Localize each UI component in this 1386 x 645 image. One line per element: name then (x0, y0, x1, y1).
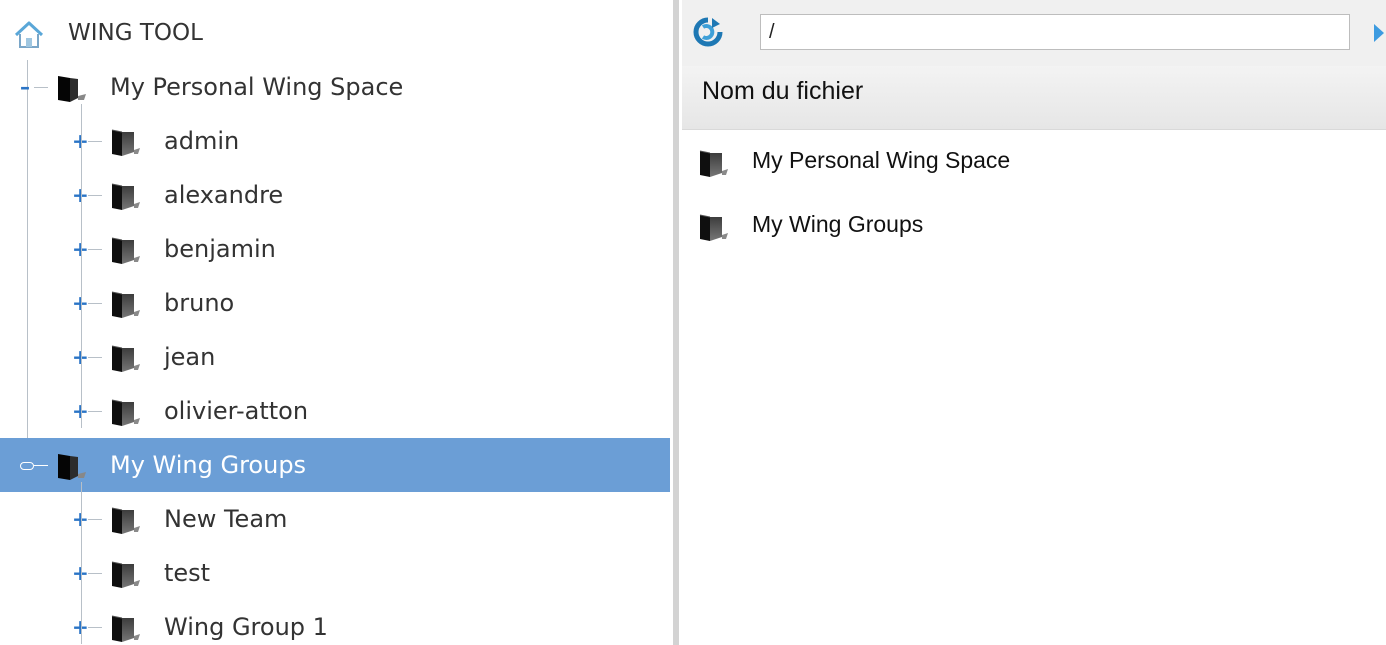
tree-node-label: bruno (164, 289, 235, 317)
path-input[interactable] (760, 14, 1350, 50)
tree-child-node[interactable]: + olivier-atton (0, 384, 670, 438)
folder-icon (108, 232, 142, 266)
splitter-bar (673, 0, 679, 645)
tree-node-label: My Personal Wing Space (110, 73, 404, 101)
folder-icon (108, 502, 142, 536)
folder-tree-panel: WING TOOL – My Personal Wing Space + admin +… (0, 0, 670, 645)
tree-connector (34, 87, 48, 88)
folder-icon (696, 145, 730, 179)
folder-icon (108, 610, 142, 644)
folder-icon (108, 178, 142, 212)
tree-connector (88, 627, 102, 628)
expand-toggle-icon[interactable]: + (72, 347, 89, 367)
tree-connector (88, 141, 102, 142)
collapse-toggle-icon[interactable] (20, 462, 34, 470)
expand-toggle-icon[interactable]: + (72, 509, 89, 529)
tree-node-label: Wing Group 1 (164, 613, 328, 641)
home-icon (14, 21, 44, 48)
tree-node[interactable]: – My Personal Wing Space (0, 60, 670, 114)
tree-connector (88, 357, 102, 358)
folder-icon (108, 340, 142, 374)
tree-child-node[interactable]: + New Team (0, 492, 670, 546)
tree-node-label: jean (164, 343, 216, 371)
go-arrow-icon[interactable] (1372, 22, 1386, 44)
tree-node-label: test (164, 559, 211, 587)
expand-toggle-icon[interactable]: + (72, 239, 89, 259)
folder-icon (54, 70, 88, 104)
tree-guide-line (81, 104, 82, 428)
file-row[interactable]: My Personal Wing Space (682, 132, 1386, 188)
folder-icon (696, 209, 730, 243)
tree-node-label: admin (164, 127, 240, 155)
tree-node-label: olivier-atton (164, 397, 309, 425)
expand-toggle-icon[interactable]: + (72, 131, 89, 151)
tree-node-label: alexandre (164, 181, 284, 209)
tree-child-node[interactable]: + alexandre (0, 168, 670, 222)
tree-connector (88, 411, 102, 412)
path-toolbar (682, 0, 1386, 66)
tree-child-node[interactable]: + Wing Group 1 (0, 600, 670, 645)
folder-icon (108, 556, 142, 590)
tree-connector (88, 519, 102, 520)
tree-child-node[interactable]: + jean (0, 330, 670, 384)
file-browser-panel: Nom du fichier My Personal Wing Space My … (682, 0, 1386, 645)
expand-toggle-icon[interactable]: + (72, 293, 89, 313)
tree-guide-line (81, 482, 82, 644)
folder-icon (54, 448, 88, 482)
panel-splitter[interactable] (670, 0, 682, 645)
column-header-filename[interactable]: Nom du fichier (682, 66, 1386, 130)
tree-child-node[interactable]: + admin (0, 114, 670, 168)
tree-node-label: My Wing Groups (110, 451, 307, 479)
tree-child-node[interactable]: + benjamin (0, 222, 670, 276)
folder-icon (108, 124, 142, 158)
tree-child-node[interactable]: + bruno (0, 276, 670, 330)
file-row[interactable]: My Wing Groups (682, 196, 1386, 252)
expand-toggle-icon[interactable]: + (72, 185, 89, 205)
tree-root-label: WING TOOL (68, 20, 203, 46)
wing-tool-window: WING TOOL – My Personal Wing Space + admin +… (0, 0, 1386, 645)
expand-toggle-icon[interactable]: + (72, 563, 89, 583)
folder-icon (108, 286, 142, 320)
tree-connector (34, 465, 48, 466)
tree-node-label: benjamin (164, 235, 276, 263)
file-name: My Wing Groups (752, 211, 924, 237)
tree-node[interactable]: My Wing Groups (0, 438, 670, 492)
tree-connector (88, 249, 102, 250)
expand-toggle-icon[interactable]: + (72, 617, 89, 637)
tree-connector (88, 573, 102, 574)
tree-connector (88, 195, 102, 196)
file-name: My Personal Wing Space (752, 147, 1011, 173)
tree-node-label: New Team (164, 505, 288, 533)
column-header-label: Nom du fichier (702, 77, 864, 105)
collapse-toggle-icon[interactable]: – (18, 77, 32, 97)
tree-child-node[interactable]: + test (0, 546, 670, 600)
refresh-icon[interactable] (692, 16, 724, 48)
folder-icon (108, 394, 142, 428)
tree-connector (88, 303, 102, 304)
tree-root[interactable]: WING TOOL (0, 6, 670, 60)
expand-toggle-icon[interactable]: + (72, 401, 89, 421)
